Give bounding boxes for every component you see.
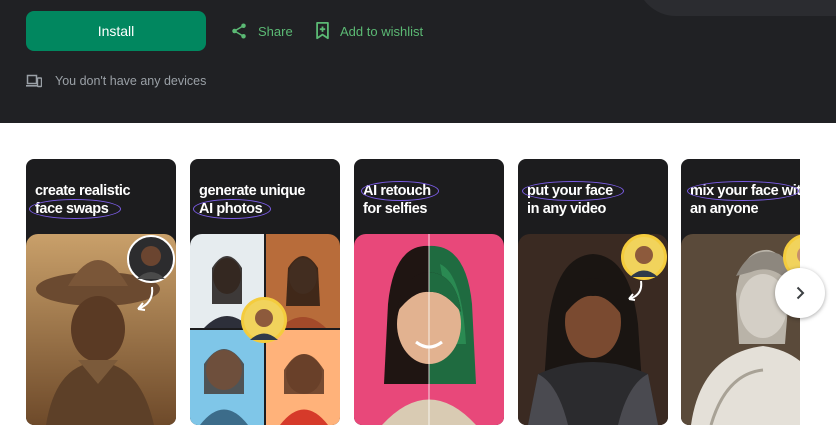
chevron-right-icon xyxy=(796,286,805,300)
screenshot-image xyxy=(354,234,504,425)
face-thumbnail xyxy=(621,234,667,280)
next-screenshot-button[interactable] xyxy=(775,268,825,318)
face-thumbnail xyxy=(127,235,175,283)
add-to-wishlist-button[interactable]: Add to wishlist xyxy=(315,20,423,42)
caption-highlight xyxy=(361,181,439,201)
header-decoration xyxy=(636,0,836,16)
devices-status: You don't have any devices xyxy=(26,72,206,90)
screenshot-card[interactable]: put your face in any video xyxy=(518,159,668,425)
screenshot-gallery[interactable]: create realistic face swaps generate uni… xyxy=(26,159,800,425)
face-thumbnail xyxy=(241,297,287,343)
screenshot-card[interactable]: generate unique AI photos xyxy=(190,159,340,425)
caption-highlight xyxy=(29,199,121,219)
bookmark-add-icon xyxy=(316,22,329,40)
devices-text: You don't have any devices xyxy=(55,74,207,88)
caption-highlight xyxy=(687,181,799,201)
install-button[interactable]: Install xyxy=(26,11,206,51)
screenshot-card[interactable]: AI retouch for selfies xyxy=(354,159,504,425)
share-label: Share xyxy=(258,23,293,39)
arrow-icon xyxy=(628,280,643,301)
devices-icon xyxy=(26,74,42,88)
caption-highlight xyxy=(193,199,271,219)
wishlist-label: Add to wishlist xyxy=(340,23,424,39)
share-button[interactable]: Share xyxy=(230,20,293,42)
app-header-section: Install Share Add to wishlist You don't … xyxy=(0,0,836,123)
share-icon xyxy=(232,23,246,39)
screenshot-card[interactable]: create realistic face swaps xyxy=(26,159,176,425)
arrow-icon xyxy=(137,286,154,311)
caption-highlight xyxy=(522,181,624,201)
